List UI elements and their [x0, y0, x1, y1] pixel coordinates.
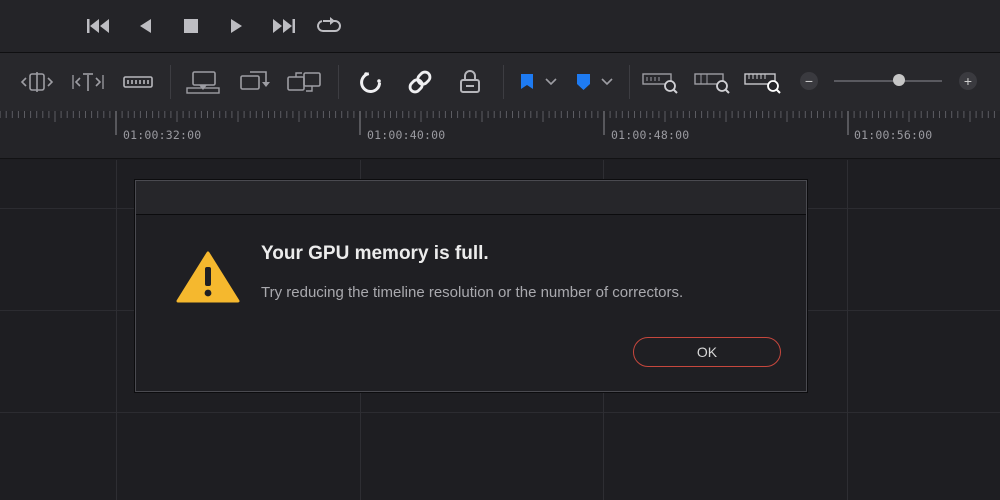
play-reverse-icon[interactable]: [122, 11, 168, 41]
dialog-titlebar[interactable]: [136, 181, 806, 215]
flag-icon[interactable]: [516, 65, 560, 99]
linked-selection-icon[interactable]: [404, 65, 436, 99]
blade-icon[interactable]: [122, 65, 154, 99]
zoom-slider-track[interactable]: [834, 80, 942, 82]
go-to-end-icon[interactable]: [260, 11, 306, 41]
zoom-detail-icon[interactable]: [692, 65, 732, 99]
loop-icon[interactable]: [306, 11, 352, 41]
timeline-ruler[interactable]: 01:00:32:00 01:00:40:00 01:00:48:00 01:0…: [0, 111, 1000, 159]
timecode-label: 01:00:32:00: [123, 128, 202, 142]
edit-toolbar: [0, 53, 1000, 111]
warning-icon: [176, 251, 240, 308]
play-icon[interactable]: [214, 11, 260, 41]
zoom-in-button[interactable]: +: [959, 72, 977, 90]
timecode-label: 01:00:56:00: [854, 128, 933, 142]
zoom-out-button[interactable]: −: [800, 72, 818, 90]
gpu-memory-error-dialog: Your GPU memory is full. Try reducing th…: [135, 180, 807, 392]
grid-line: [847, 160, 848, 500]
resolve-timeline-window: − + 01:00:32:00 01:00:40:00 01:00:48:00 …: [0, 0, 1000, 500]
trim-edit-icon[interactable]: [18, 65, 56, 99]
toolbar-divider: [338, 65, 339, 99]
toolbar-divider: [629, 65, 630, 99]
dynamic-trim-icon[interactable]: [70, 65, 106, 99]
dialog-title: Your GPU memory is full.: [261, 243, 489, 264]
replace-clip-icon[interactable]: [285, 65, 323, 99]
overwrite-clip-icon[interactable]: [237, 65, 271, 99]
stop-icon[interactable]: [168, 11, 214, 41]
transport-bar: [0, 0, 1000, 52]
ok-button[interactable]: OK: [633, 337, 781, 367]
grid-line: [116, 160, 117, 500]
dialog-message: Try reducing the timeline resolution or …: [261, 284, 684, 301]
insert-clip-icon[interactable]: [184, 65, 222, 99]
toolbar-divider: [170, 65, 171, 99]
marker-icon[interactable]: [572, 65, 616, 99]
timecode-label: 01:00:40:00: [367, 128, 446, 142]
zoom-full-icon[interactable]: [640, 65, 680, 99]
toolbar-divider: [503, 65, 504, 99]
position-lock-icon[interactable]: [455, 65, 485, 99]
go-to-start-icon[interactable]: [76, 11, 122, 41]
track-divider: [0, 412, 1000, 413]
snapping-icon[interactable]: [356, 65, 386, 99]
zoom-slider-handle[interactable]: [892, 74, 905, 86]
timecode-label: 01:00:48:00: [611, 128, 690, 142]
zoom-custom-icon[interactable]: [742, 65, 784, 99]
